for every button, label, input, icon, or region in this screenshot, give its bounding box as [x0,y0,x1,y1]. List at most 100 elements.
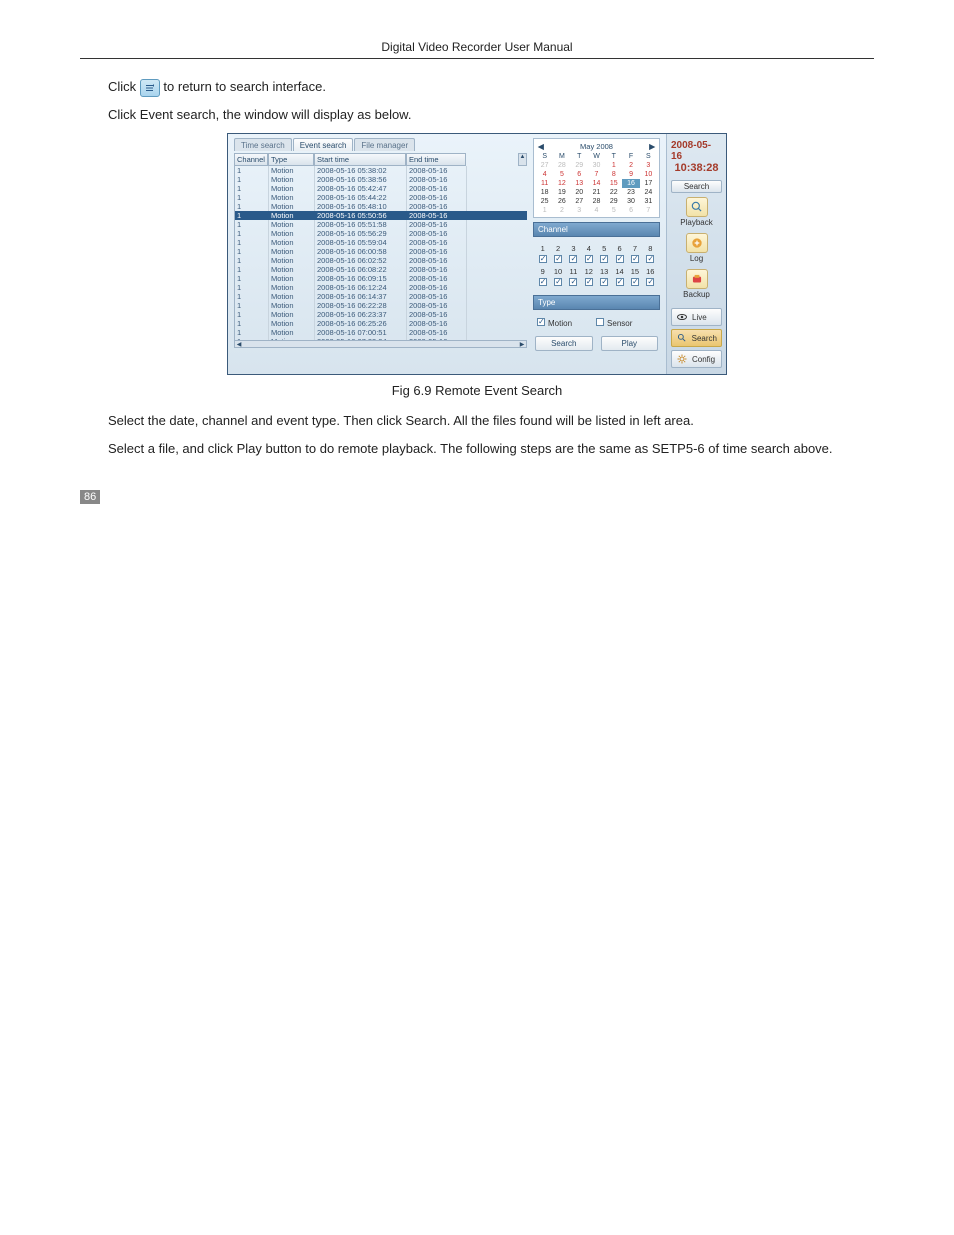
cal-prev-icon[interactable]: ◀ [538,142,544,151]
cal-day[interactable]: 25 [536,197,553,206]
channel-checkbox[interactable] [616,255,624,263]
table-row[interactable]: 1Motion2008-05-16 06:08:222008-05-16 [235,265,527,274]
channel-checkbox[interactable] [631,278,639,286]
cal-day[interactable]: 18 [536,188,553,197]
type-sensor[interactable]: Sensor [596,318,632,328]
channel-checkbox[interactable] [600,255,608,263]
table-row[interactable]: 1Motion2008-05-16 05:42:472008-05-16 [235,184,527,193]
cal-day[interactable]: 4 [588,206,605,215]
cal-day[interactable]: 15 [605,179,622,188]
cal-day[interactable]: 13 [571,179,588,188]
cal-day[interactable]: 9 [622,170,639,179]
channel-checkbox[interactable] [585,278,593,286]
side-search-button[interactable]: Search [671,180,722,193]
table-row[interactable]: 1Motion2008-05-16 06:22:282008-05-16 [235,301,527,310]
cal-day[interactable]: 21 [588,188,605,197]
cal-day[interactable]: 7 [640,206,657,215]
tab-event-search[interactable]: Event search [293,138,354,151]
cal-day[interactable]: 16 [622,179,639,188]
channel-checkbox[interactable] [600,278,608,286]
playback-icon[interactable] [686,197,708,217]
table-row[interactable]: 1Motion2008-05-16 06:00:582008-05-16 [235,247,527,256]
table-row[interactable]: 1Motion2008-05-16 07:00:512008-05-16 [235,328,527,337]
cal-day[interactable]: 12 [553,179,570,188]
channel-checkbox[interactable] [616,278,624,286]
cal-day[interactable]: 27 [571,197,588,206]
cal-day[interactable]: 11 [536,179,553,188]
cal-day[interactable]: 22 [605,188,622,197]
cal-day[interactable]: 27 [536,161,553,170]
cal-day[interactable]: 2 [553,206,570,215]
table-row[interactable]: 1Motion2008-05-16 06:23:372008-05-16 [235,310,527,319]
channel-checkbox[interactable] [569,278,577,286]
search-button[interactable]: Search [535,336,593,351]
cal-day[interactable]: 10 [640,170,657,179]
table-row[interactable]: 1Motion2008-05-16 06:14:372008-05-16 [235,292,527,301]
channel-checkbox[interactable] [646,278,654,286]
play-button[interactable]: Play [601,336,659,351]
cal-day[interactable]: 7 [588,170,605,179]
channel-checkbox[interactable] [569,255,577,263]
nav-search[interactable]: Search [671,329,722,347]
channel-checkbox[interactable] [539,255,547,263]
cal-day[interactable]: 3 [640,161,657,170]
table-row[interactable]: 1Motion2008-05-16 05:56:292008-05-16 [235,229,527,238]
cal-day[interactable]: 29 [571,161,588,170]
tab-file-manager[interactable]: File manager [354,138,415,151]
cal-day[interactable]: 2 [622,161,639,170]
cal-day[interactable]: 26 [553,197,570,206]
channel-checkbox[interactable] [554,255,562,263]
type-motion[interactable]: Motion [537,318,572,328]
channel-checkbox[interactable] [631,255,639,263]
cal-day[interactable]: 31 [640,197,657,206]
channel-checkbox[interactable] [585,255,593,263]
cal-day[interactable]: 30 [622,197,639,206]
cal-day[interactable]: 6 [622,206,639,215]
table-row[interactable]: 1Motion2008-05-16 06:25:262008-05-16 [235,319,527,328]
cal-day[interactable]: 1 [536,206,553,215]
scroll-left-icon[interactable]: ◀ [235,341,243,347]
cal-day[interactable]: 29 [605,197,622,206]
table-row[interactable]: 1Motion2008-05-16 05:50:562008-05-16 [235,211,527,220]
table-row[interactable]: 1Motion2008-05-16 05:48:102008-05-16 [235,202,527,211]
cal-day[interactable]: 20 [571,188,588,197]
nav-config[interactable]: Config [671,350,722,368]
tab-time-search[interactable]: Time search [234,138,292,151]
cal-day[interactable]: 5 [605,206,622,215]
calendar[interactable]: ◀ May 2008 ▶ SMTWTFS27282930123456789101… [533,138,660,218]
cal-day[interactable]: 3 [571,206,588,215]
cal-day[interactable]: 24 [640,188,657,197]
table-row[interactable]: 1Motion2008-05-16 05:59:042008-05-16 [235,238,527,247]
cal-day[interactable]: 28 [553,161,570,170]
backup-icon[interactable] [686,269,708,289]
event-table[interactable]: 1Motion2008-05-16 05:38:022008-05-161Mot… [234,166,527,340]
cal-day[interactable]: 6 [571,170,588,179]
table-row[interactable]: 1Motion2008-05-16 06:12:242008-05-16 [235,283,527,292]
channel-checkbox[interactable] [539,278,547,286]
cal-day[interactable]: 17 [640,179,657,188]
table-row[interactable]: 1Motion2008-05-16 06:09:152008-05-16 [235,274,527,283]
cal-day[interactable]: 5 [553,170,570,179]
horizontal-scrollbar[interactable]: ◀ ▶ [234,340,527,348]
channel-checkbox[interactable] [646,255,654,263]
cal-day[interactable]: 1 [605,161,622,170]
channel-checkbox[interactable] [554,278,562,286]
checkbox-icon[interactable] [596,318,604,326]
table-row[interactable]: 1Motion2008-05-16 05:44:222008-05-16 [235,193,527,202]
cal-next-icon[interactable]: ▶ [649,142,655,151]
scroll-right-icon[interactable]: ▶ [518,341,526,347]
table-row[interactable]: 1Motion2008-05-16 06:02:522008-05-16 [235,256,527,265]
cal-day[interactable]: 14 [588,179,605,188]
cal-day[interactable]: 23 [622,188,639,197]
cal-day[interactable]: 30 [588,161,605,170]
table-row[interactable]: 1Motion2008-05-16 05:38:562008-05-16 [235,175,527,184]
table-row[interactable]: 1Motion2008-05-16 05:51:582008-05-16 [235,220,527,229]
cal-day[interactable]: 4 [536,170,553,179]
cal-day[interactable]: 8 [605,170,622,179]
checkbox-icon[interactable] [537,318,545,326]
cal-day[interactable]: 28 [588,197,605,206]
log-icon[interactable] [686,233,708,253]
nav-live[interactable]: Live [671,308,722,326]
scroll-up-icon[interactable]: ▲ [518,153,527,166]
table-row[interactable]: 1Motion2008-05-16 05:38:022008-05-16 [235,166,527,175]
